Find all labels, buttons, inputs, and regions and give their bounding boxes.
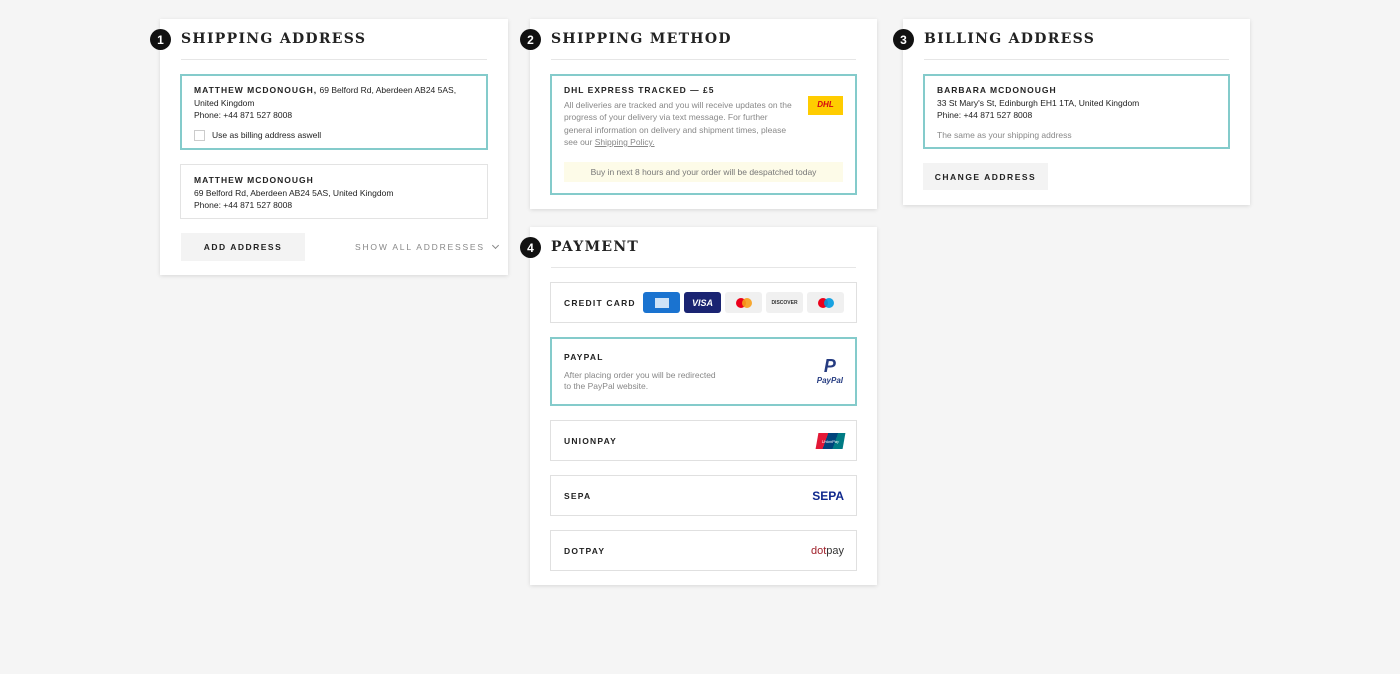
shipping-address-card: 1 SHIPPING ADDRESS MATTHEW MCDONOUGH, 69… [150,19,508,275]
billing-note: The same as your shipping address [937,129,1072,140]
payment-card: 4 PAYMENT CREDIT CARD VISA DISCOVER PAYP… [520,227,877,585]
dispatch-notice: Buy in next 8 hours and your order will … [564,162,843,182]
address-line: 69 Belford Rd, Aberdeen AB24 5AS, United… [194,187,394,198]
amex-logo [643,292,680,313]
address-line: 33 St Mary's St, Edinburgh EH1 1TA, Unit… [937,97,1140,108]
payment-option-credit-card[interactable]: CREDIT CARD VISA DISCOVER [550,282,857,323]
paypal-description: After placing order you will be redirect… [564,369,716,380]
payment-option-paypal[interactable]: PAYPAL After placing order you will be r… [550,337,857,406]
billing-checkbox[interactable] [194,129,205,141]
sepa-logo: SEPA [812,488,844,503]
section-title: PAYMENT [551,239,640,255]
change-address-button[interactable]: CHANGE ADDRESS [923,163,1048,190]
shipping-policy-link[interactable]: Shipping Policy. [595,137,655,147]
divider [924,59,1229,60]
divider [551,59,856,60]
address-name: BARBARA MCDONOUGH [937,85,1057,95]
address-phone: Phone: +44 871 527 8008 [194,200,293,210]
option-label: CREDIT CARD [564,297,636,308]
add-address-button[interactable]: ADD ADDRESS [181,233,305,261]
option-label: PAYPAL [564,352,604,362]
step-badge: 4 [520,237,541,258]
dotpay-logo: dotpay [810,544,844,557]
chevron-down-icon [492,241,500,250]
unionpay-logo: UnionPay [815,432,846,449]
dhl-logo: DHL [808,96,843,115]
show-all-addresses-link[interactable]: SHOW ALL ADDRESSES [355,241,500,252]
option-label: DOTPAY [564,545,606,556]
payment-option-unionpay[interactable]: UNIONPAY UnionPay [550,420,857,461]
checkbox-label: Use as billing address aswell [212,129,322,140]
maestro-logo [807,292,844,313]
option-label: SEPA [564,490,592,501]
section-title: SHIPPING ADDRESS [181,31,367,47]
divider [181,59,487,60]
billing-address-box: BARBARA MCDONOUGH 33 St Mary's St, Edinb… [923,74,1230,149]
payment-option-sepa[interactable]: SEPA SEPA [550,475,857,516]
billing-address-card: 3 BILLING ADDRESS BARBARA MCDONOUGH 33 S… [893,19,1250,205]
address-line: 69 Belford Rd, Aberdeen AB24 5AS, [317,85,457,95]
address-card[interactable]: MATTHEW MCDONOUGH 69 Belford Rd, Aberdee… [180,164,488,219]
selected-address-card[interactable]: MATTHEW MCDONOUGH, 69 Belford Rd, Aberde… [180,74,488,150]
billing-checkbox-row[interactable]: Use as billing address aswell [194,129,474,142]
address-name: MATTHEW MCDONOUGH, [194,85,318,95]
option-label: UNIONPAY [564,435,618,446]
paypal-logo: P PayPal [816,356,843,385]
step-badge: 1 [150,29,171,50]
visa-logo: VISA [684,292,721,313]
payment-option-dotpay[interactable]: DOTPAY dotpay [550,530,857,571]
step-badge: 3 [893,29,914,50]
shipping-method-card: 2 SHIPPING METHOD DHL EXPRESS TRACKED — … [520,19,877,209]
shipping-option-title: DHL EXPRESS TRACKED — £5 [564,85,715,95]
paypal-description-2: to the PayPal website. [564,381,649,391]
discover-logo: DISCOVER [766,292,803,313]
divider [551,267,856,268]
mastercard-logo [725,292,762,313]
link-label: SHOW ALL ADDRESSES [355,242,485,252]
section-title: SHIPPING METHOD [551,31,732,47]
address-name: MATTHEW MCDONOUGH [194,175,314,185]
address-phone: Phone: +44 871 527 8008 [194,110,293,120]
step-badge: 2 [520,29,541,50]
shipping-option-dhl[interactable]: DHL EXPRESS TRACKED — £5 All deliveries … [550,74,857,195]
section-title: BILLING ADDRESS [924,31,1096,47]
address-phone: Phine: +44 871 527 8008 [937,110,1033,120]
address-country: United Kingdom [194,97,255,108]
